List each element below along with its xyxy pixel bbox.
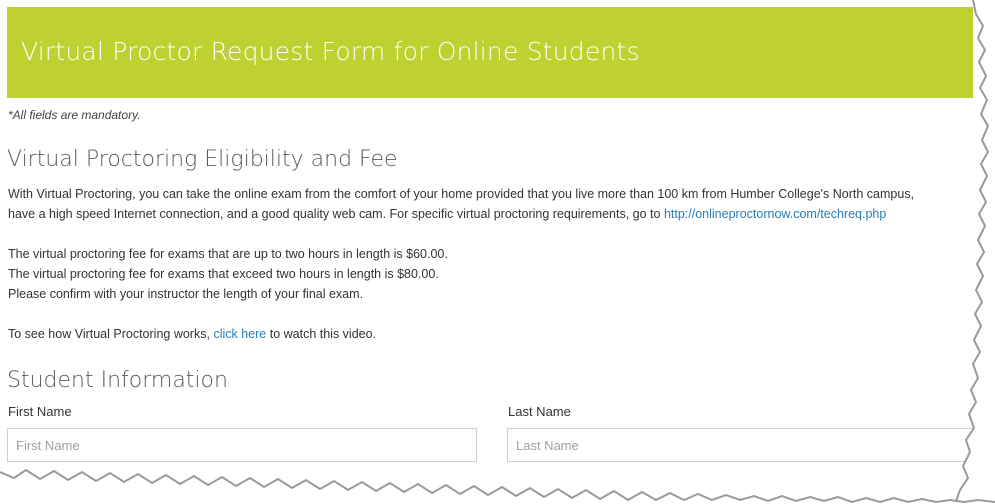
fee-line-3: Please confirm with your instructor the … — [8, 287, 364, 301]
fee-line-2: The virtual proctoring fee for exams tha… — [8, 267, 439, 281]
first-name-label: First Name — [8, 404, 72, 419]
page-title: Virtual Proctor Request Form for Online … — [21, 37, 640, 66]
video-link[interactable]: click here — [213, 327, 266, 341]
fee-line-1: The virtual proctoring fee for exams tha… — [8, 247, 448, 261]
page: Virtual Proctor Request Form for Online … — [0, 0, 995, 504]
header-banner: Virtual Proctor Request Form for Online … — [7, 7, 973, 98]
requirements-link[interactable]: http://onlineproctornow.com/techreq.php — [664, 207, 886, 221]
last-name-label: Last Name — [508, 404, 571, 419]
mandatory-note: *All fields are mandatory. — [8, 108, 141, 122]
video-line: To see how Virtual Proctoring works, cli… — [8, 324, 376, 344]
video-suffix: to watch this video. — [269, 327, 377, 341]
first-name-input[interactable] — [7, 428, 477, 462]
eligibility-intro-text: have a high speed Internet connection, a… — [8, 207, 661, 221]
eligibility-heading: Virtual Proctoring Eligibility and Fee — [7, 147, 398, 172]
student-info-heading: Student Information — [7, 368, 228, 393]
eligibility-intro-line2: have a high speed Internet connection, a… — [8, 204, 886, 224]
torn-bottom-edge — [0, 468, 995, 504]
video-prefix: To see how Virtual Proctoring works, — [8, 327, 210, 341]
last-name-input[interactable] — [507, 428, 977, 462]
eligibility-intro-line1: With Virtual Proctoring, you can take th… — [8, 187, 915, 201]
